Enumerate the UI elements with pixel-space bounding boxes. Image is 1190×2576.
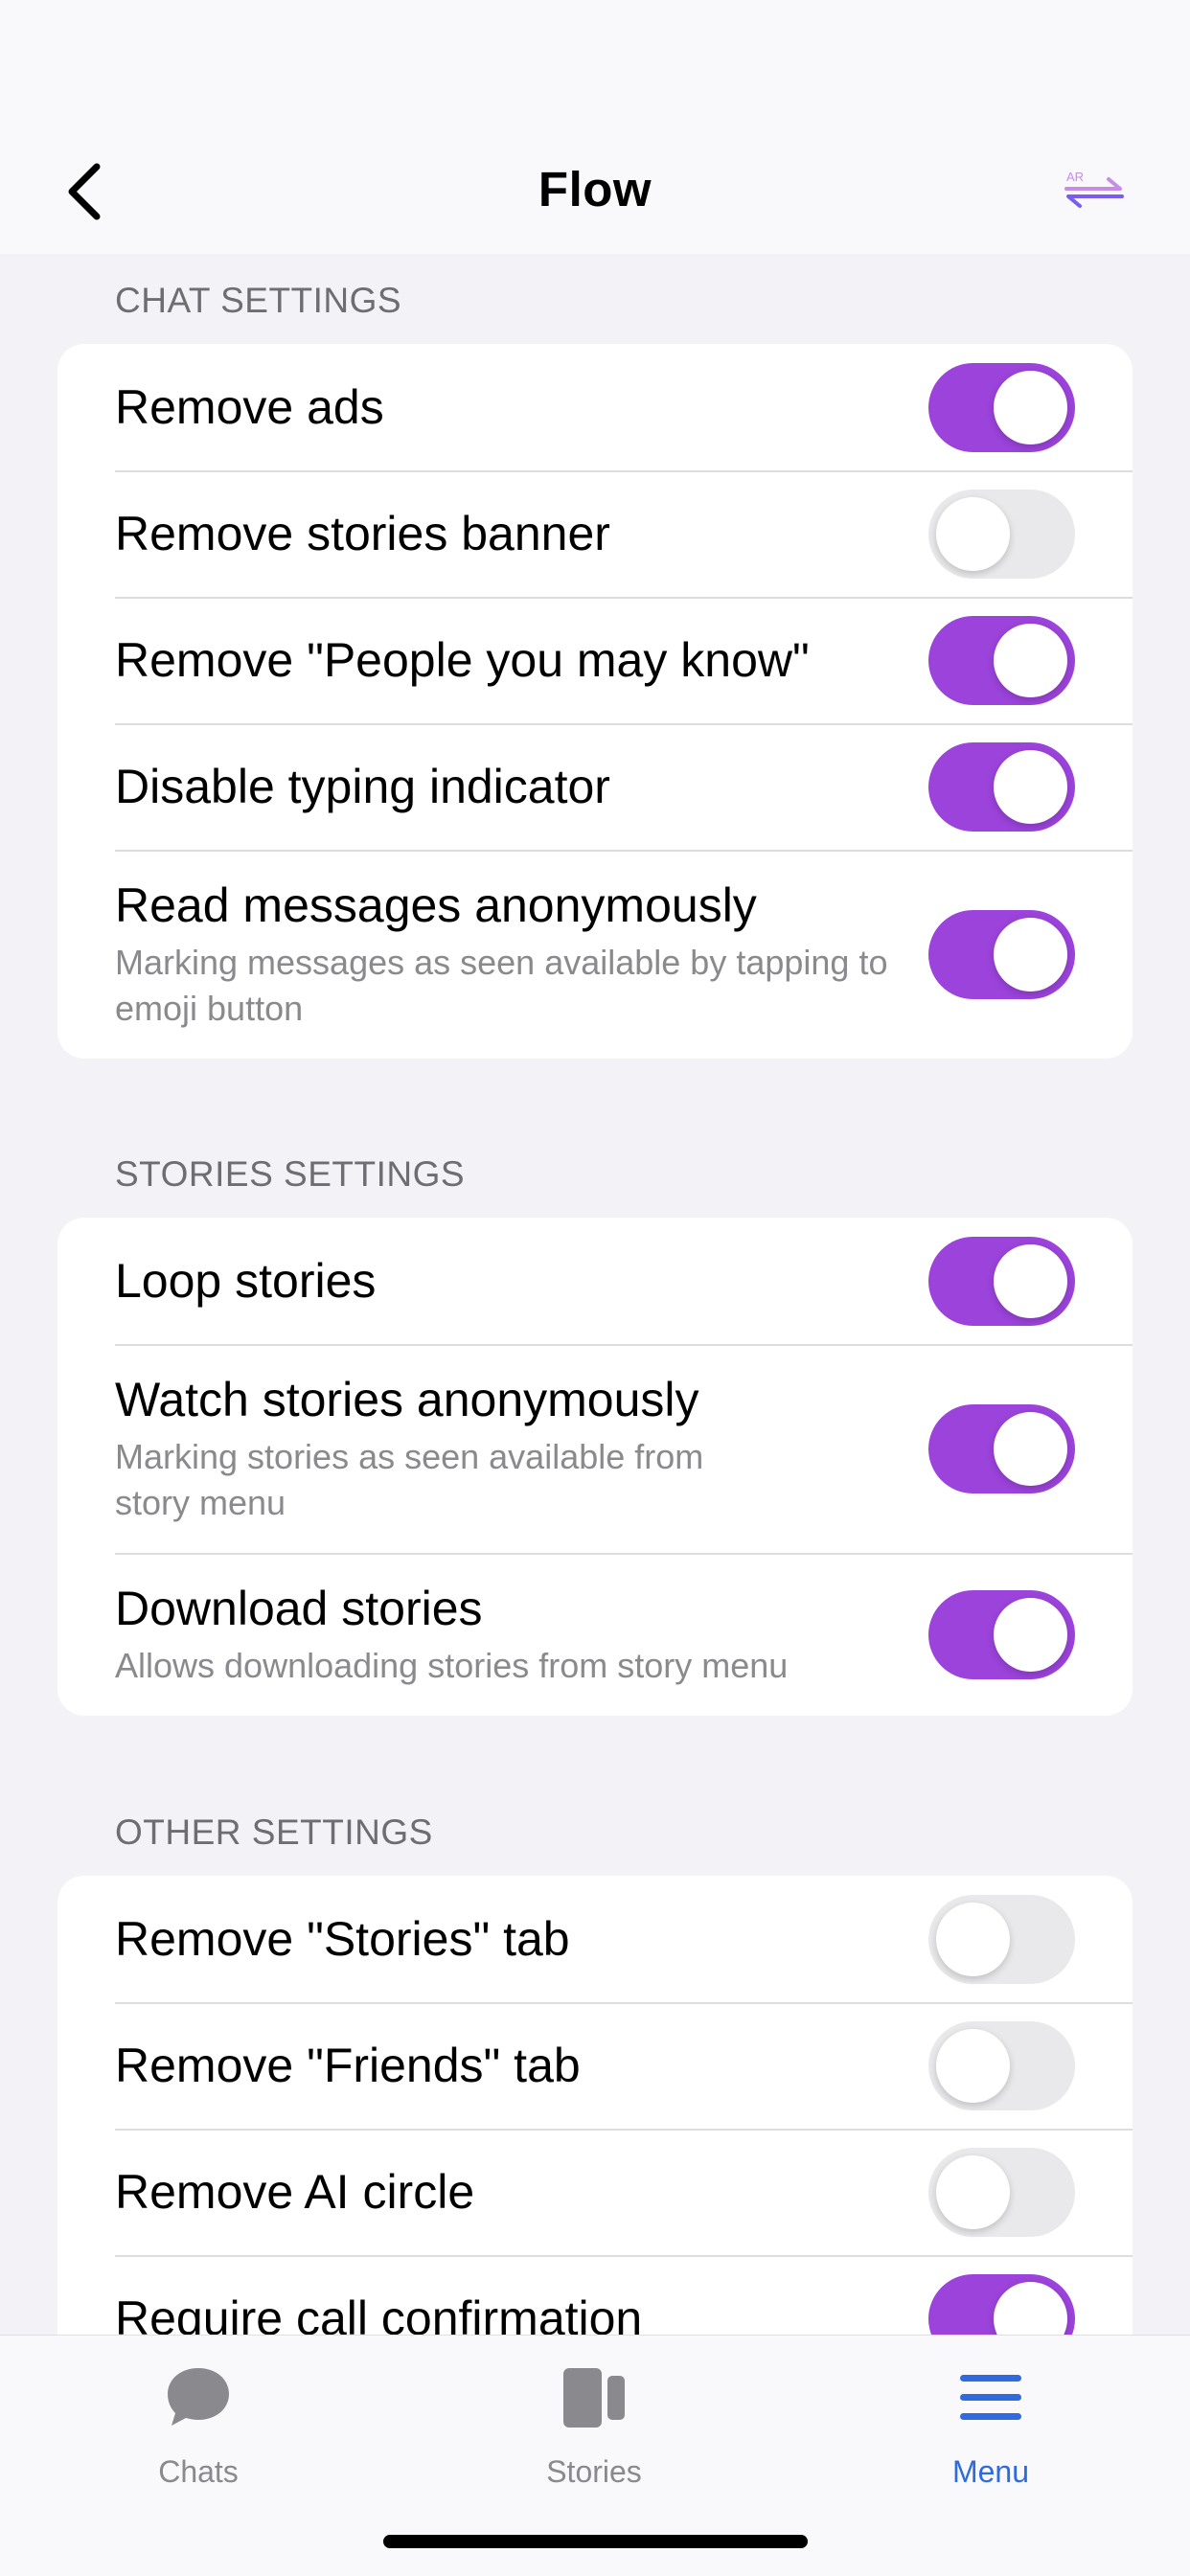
translate-icon: AR <box>1064 170 1124 208</box>
row-title: Remove stories banner <box>115 507 610 560</box>
loop-stories-toggle[interactable] <box>928 1236 1075 1326</box>
row-loop-stories: Loop stories <box>57 1218 1133 1344</box>
row-title: Disable typing indicator <box>115 760 610 813</box>
row-subtitle: Marking stories as seen available from s… <box>115 1437 704 1522</box>
page-title: Flow <box>538 162 652 217</box>
tab-label: Menu <box>951 2454 1030 2489</box>
tab-menu[interactable]: Menu <box>847 2355 1134 2490</box>
tab-label: Stories <box>546 2454 642 2489</box>
download-stories-toggle[interactable] <box>928 1589 1075 1679</box>
row-title: Download stories <box>115 1582 483 1635</box>
disable-typing-indicator-toggle[interactable] <box>928 741 1075 832</box>
row-remove-ai-circle: Remove AI circle <box>57 2129 1133 2255</box>
row-title: Read messages anonymously <box>115 878 757 932</box>
navigation-bar: Flow AR <box>0 115 1190 254</box>
row-title: Remove "People you may know" <box>115 633 810 687</box>
settings-content[interactable]: CHAT SETTINGS Remove ads Remove stories … <box>0 254 1190 2335</box>
section-header-chat: CHAT SETTINGS <box>115 281 402 320</box>
tab-label: Chats <box>158 2454 239 2489</box>
stories-icon <box>563 2368 625 2428</box>
row-disable-typing-indicator: Disable typing indicator <box>57 723 1133 850</box>
row-title: Remove "Stories" tab <box>115 1912 570 1966</box>
row-subtitle: Allows downloading stories from story me… <box>115 1646 789 1685</box>
translate-button[interactable]: AR <box>1056 153 1133 230</box>
row-title: Watch stories anonymously <box>115 1373 699 1426</box>
row-watch-stories-anonymously: Watch stories anonymously Marking storie… <box>57 1344 1133 1553</box>
row-require-call-confirmation: Require call confirmation <box>57 2255 1133 2335</box>
row-remove-ads: Remove ads <box>57 344 1133 470</box>
home-indicator[interactable] <box>383 2535 808 2548</box>
remove-people-you-may-know-toggle[interactable] <box>928 615 1075 705</box>
stories-settings-group: Loop stories Watch stories anonymously M… <box>57 1218 1133 1716</box>
row-remove-friends-tab: Remove "Friends" tab <box>57 2002 1133 2129</box>
row-read-messages-anonymously: Read messages anonymously Marking messag… <box>57 850 1133 1059</box>
row-title: Loop stories <box>115 1254 377 1308</box>
row-remove-stories-banner: Remove stories banner <box>57 470 1133 597</box>
status-bar <box>0 0 1190 115</box>
row-title: Remove "Friends" tab <box>115 2039 581 2092</box>
section-header-other: OTHER SETTINGS <box>115 1812 433 1852</box>
remove-ads-toggle[interactable] <box>928 362 1075 452</box>
row-remove-people-you-may-know: Remove "People you may know" <box>57 597 1133 723</box>
chat-settings-group: Remove ads Remove stories banner Remove … <box>57 344 1133 1059</box>
remove-stories-banner-toggle[interactable] <box>928 489 1075 579</box>
remove-friends-tab-toggle[interactable] <box>928 2020 1075 2110</box>
tab-chats[interactable]: Chats <box>55 2355 342 2490</box>
remove-stories-tab-toggle[interactable] <box>928 1894 1075 1984</box>
row-title: Remove AI circle <box>115 2165 475 2219</box>
row-title: Require call confirmation <box>115 2291 643 2335</box>
read-messages-anonymously-toggle[interactable] <box>928 909 1075 999</box>
chat-bubble-icon <box>168 2368 229 2426</box>
require-call-confirmation-toggle[interactable] <box>928 2273 1075 2335</box>
tab-stories[interactable]: Stories <box>450 2355 738 2490</box>
remove-ai-circle-toggle[interactable] <box>928 2147 1075 2237</box>
translate-badge: AR <box>1066 170 1084 184</box>
row-download-stories: Download stories Allows downloading stor… <box>57 1553 1133 1716</box>
row-title: Remove ads <box>115 380 384 434</box>
menu-icon <box>960 2375 1021 2420</box>
row-remove-stories-tab: Remove "Stories" tab <box>57 1876 1133 2002</box>
watch-stories-anonymously-toggle[interactable] <box>928 1403 1075 1493</box>
row-subtitle: Marking messages as seen available by ta… <box>115 943 888 1028</box>
section-header-stories: STORIES SETTINGS <box>115 1154 466 1194</box>
other-settings-group: Remove "Stories" tab Remove "Friends" ta… <box>57 1876 1133 2335</box>
